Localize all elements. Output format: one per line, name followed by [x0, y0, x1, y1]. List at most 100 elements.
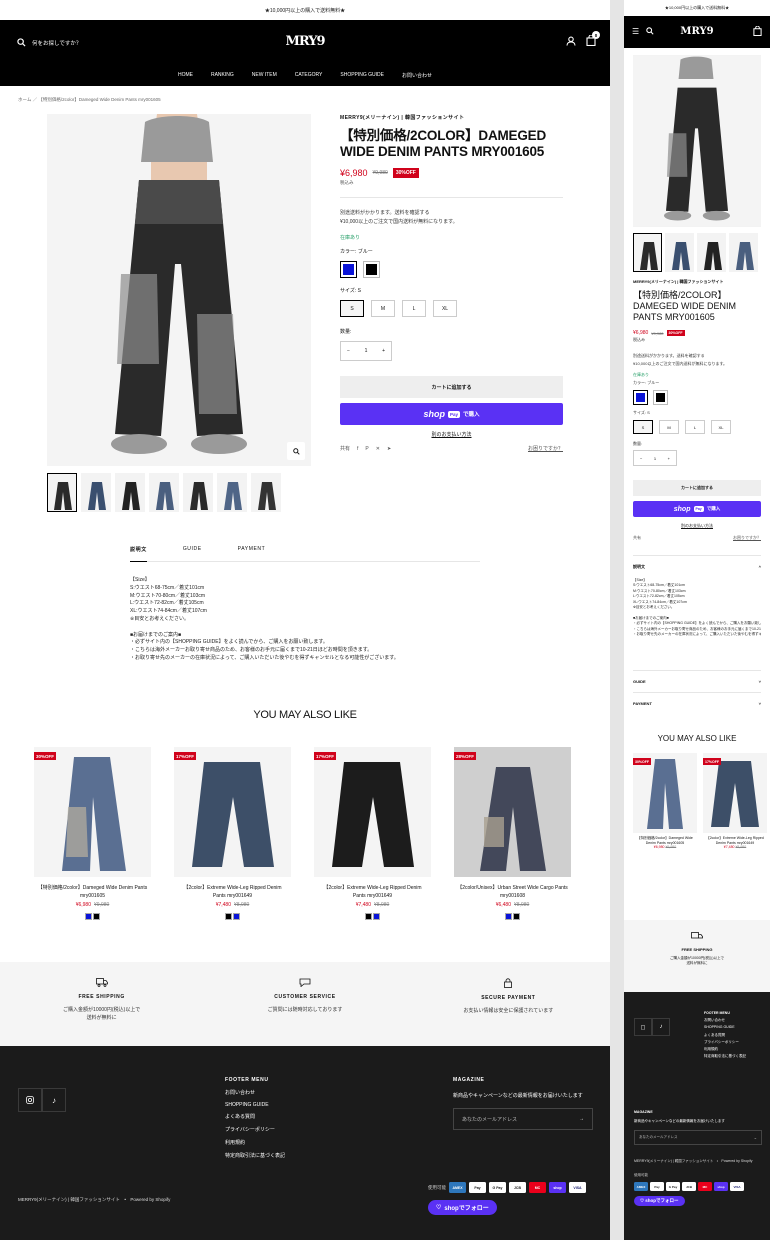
color-swatch-blue[interactable]	[633, 390, 648, 405]
quantity-decrease-button[interactable]: −	[347, 348, 350, 354]
accordion-description[interactable]: 説明文 ˄	[633, 555, 761, 578]
product-main-image[interactable]	[47, 114, 311, 466]
color-swatch-black[interactable]	[363, 261, 380, 278]
cart-icon[interactable]	[753, 25, 762, 38]
zoom-button[interactable]	[287, 442, 305, 460]
swatch[interactable]	[512, 912, 521, 921]
product-card-title[interactable]: 【特別価格/2color】Dameged Wide Denim Pants mr…	[34, 885, 151, 900]
product-card[interactable]: 17%OFF 【2color】Extreme Wide-Leg Ripped D…	[703, 753, 767, 849]
thumbnail[interactable]	[183, 473, 213, 512]
nav-item-shopping-guide[interactable]: SHOPPING GUIDE	[340, 72, 384, 78]
swatch[interactable]	[504, 912, 513, 921]
feature-item: CUSTOMER SERVICE ご質問には随時対応しております	[235, 978, 375, 1046]
nav-item-ranking[interactable]: RANKING	[211, 72, 234, 78]
accordion-guide[interactable]: GUIDE ˅	[633, 670, 761, 692]
search-icon[interactable]	[646, 27, 654, 37]
quantity-increase-button[interactable]: +	[382, 348, 385, 354]
footer-link[interactable]: 特定商取引法に基づく表記	[225, 1152, 285, 1159]
header: 何をお探しですか？ MRY9 0 HOME RANKING NEW ITEM C…	[0, 20, 610, 86]
product-card-title[interactable]: 【2color】Extreme Wide-Leg Ripped Denim Pa…	[314, 885, 431, 900]
size-option-xl[interactable]: XL	[711, 420, 731, 434]
nav-item-category[interactable]: CATEGORY	[295, 72, 323, 78]
email-field[interactable]: あなたのメールアドレス →	[453, 1108, 593, 1130]
product-card-title[interactable]: 【2color】Extreme Wide-Leg Ripped Denim Pa…	[174, 885, 291, 900]
site-logo[interactable]: MRY9	[680, 26, 713, 37]
swatch[interactable]	[92, 912, 101, 921]
help-link[interactable]: お困りですか？	[528, 445, 563, 452]
tiktok-icon[interactable]: ♪	[42, 1088, 66, 1112]
size-option-xl[interactable]: XL	[433, 300, 457, 317]
instagram-icon[interactable]	[18, 1088, 42, 1112]
product-card[interactable]: 30%OFF 【特別価格/2color】Dameged Wide Denim P…	[633, 753, 697, 849]
swatch[interactable]	[372, 912, 381, 921]
arrow-right-icon[interactable]: →	[579, 1116, 584, 1122]
instagram-icon[interactable]: ◻	[634, 1018, 652, 1036]
pinterest-share-icon[interactable]: P	[365, 446, 368, 452]
thumbnail[interactable]	[149, 473, 179, 512]
product-card[interactable]: 17%OFF 【2color】Extreme Wide-Leg Ripped D…	[174, 747, 291, 921]
vendor-link[interactable]: MERRY9(メリーナイン) | 韓国ファッションサイト	[340, 114, 563, 121]
shipping-note[interactable]: 別途送料がかかります。送料を確認する	[340, 209, 563, 218]
swatch[interactable]	[84, 912, 93, 921]
swatch[interactable]	[364, 912, 373, 921]
breadcrumb[interactable]: ホーム ／ 【特別価格/2color】Dameged Wide Denim Pa…	[18, 97, 161, 103]
menu-icon[interactable]: ☰	[632, 27, 639, 36]
nav-item-contact[interactable]: お問い合わせ	[402, 72, 432, 79]
add-to-cart-button[interactable]: カートに追加する	[633, 480, 761, 496]
thumbnail[interactable]	[217, 473, 247, 512]
size-option-l[interactable]: L	[402, 300, 426, 317]
thumbnail[interactable]	[633, 233, 662, 272]
product-card[interactable]: 17%OFF 【2color】Extreme Wide-Leg Ripped D…	[314, 747, 431, 921]
quantity-value[interactable]: 1	[365, 348, 368, 354]
size-option-m[interactable]: M	[659, 420, 679, 434]
site-logo[interactable]: MRY9	[285, 34, 325, 49]
footer-link[interactable]: よくある質問	[225, 1113, 285, 1120]
search-trigger[interactable]: 何をお探しですか？	[17, 38, 81, 47]
nav-item-home[interactable]: HOME	[178, 72, 193, 78]
footer-link[interactable]: お問い合わせ	[225, 1089, 285, 1096]
shop-pay-button[interactable]: shop Pay で購入	[633, 501, 761, 517]
thumbnail[interactable]	[729, 233, 758, 272]
swatch[interactable]	[224, 912, 233, 921]
tiktok-icon[interactable]: ♪	[652, 1018, 670, 1036]
size-option-s[interactable]: S	[340, 300, 364, 317]
shop-pay-button[interactable]: shop Pay で購入	[340, 403, 563, 425]
product-card-title[interactable]: 【2color/Unisex】Urban Street Wide Cargo P…	[454, 885, 571, 900]
accordion-payment[interactable]: PAYMENT ˅	[633, 692, 761, 714]
tab-guide[interactable]: GUIDE	[183, 546, 202, 552]
size-option-l[interactable]: L	[685, 420, 705, 434]
footer-link[interactable]: プライバシーポリシー	[225, 1126, 285, 1133]
add-to-cart-button[interactable]: カートに追加する	[340, 376, 563, 398]
tab-description[interactable]: 説明文	[130, 546, 147, 562]
thumbnail[interactable]	[47, 473, 77, 512]
quantity-stepper[interactable]: −1 +	[633, 450, 677, 466]
vendor-link[interactable]: MERRY9(メリーナイン) | 韓国ファッションサイト	[633, 279, 761, 285]
tab-payment[interactable]: PAYMENT	[238, 546, 266, 552]
thumbnail[interactable]	[697, 233, 726, 272]
product-card[interactable]: 28%OFF 【2color/Unisex】Urban Street Wide …	[454, 747, 571, 921]
product-main-image[interactable]	[633, 55, 761, 227]
account-icon[interactable]	[566, 36, 576, 46]
x-share-icon[interactable]: ✕	[376, 446, 380, 452]
color-swatch-black[interactable]	[653, 390, 668, 405]
footer-link[interactable]: SHOPPING GUIDE	[225, 1102, 285, 1108]
more-payment-options-link[interactable]: 別のお支払い方法	[633, 523, 761, 529]
thumbnail[interactable]	[115, 473, 145, 512]
email-field[interactable]: あなたのメールアドレス →	[634, 1130, 762, 1145]
cart-icon[interactable]: 0	[586, 31, 600, 46]
more-payment-options-link[interactable]: 別のお支払い方法	[340, 431, 563, 438]
telegram-share-icon[interactable]: ➤	[387, 446, 391, 452]
size-option-s[interactable]: S	[633, 420, 653, 434]
footer-link[interactable]: 利用規約	[225, 1139, 285, 1146]
thumbnail[interactable]	[665, 233, 694, 272]
shop-follow-button[interactable]: ♡ shopでフォロー	[634, 1196, 685, 1206]
product-card[interactable]: 30%OFF 【特別価格/2color】Dameged Wide Denim P…	[34, 747, 151, 921]
thumbnail[interactable]	[251, 473, 281, 512]
size-option-m[interactable]: M	[371, 300, 395, 317]
color-swatch-blue[interactable]	[340, 261, 357, 278]
nav-item-new-item[interactable]: NEW ITEM	[252, 72, 277, 78]
swatch[interactable]	[232, 912, 241, 921]
shop-follow-button[interactable]: ♡ shopでフォロー	[428, 1200, 497, 1215]
facebook-share-icon[interactable]: f	[357, 446, 358, 452]
thumbnail[interactable]	[81, 473, 111, 512]
